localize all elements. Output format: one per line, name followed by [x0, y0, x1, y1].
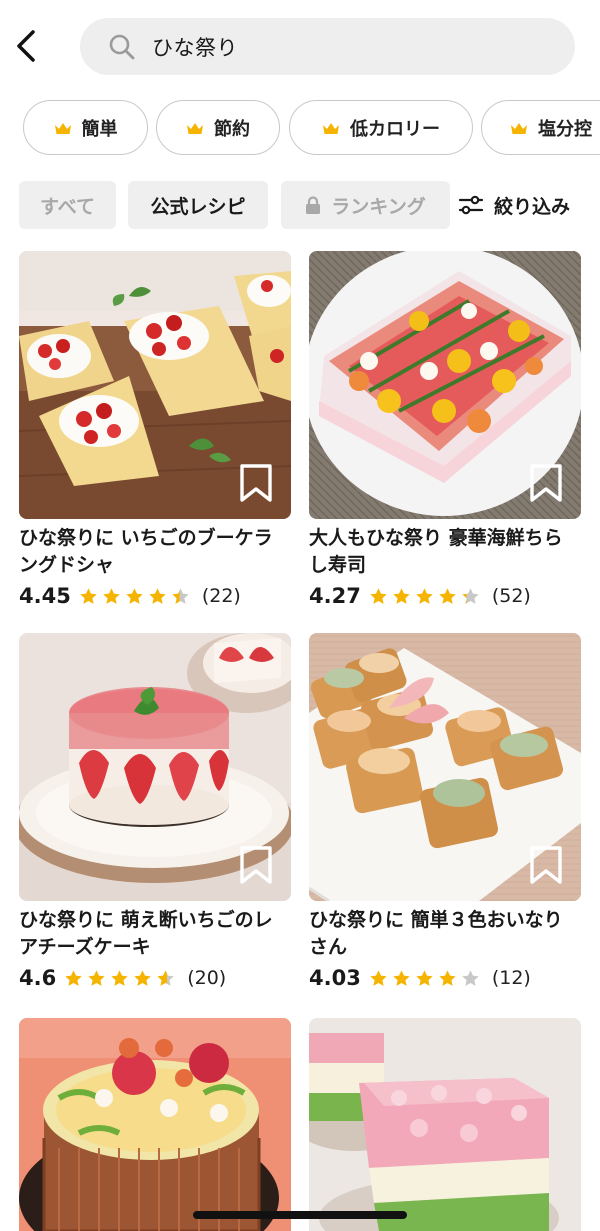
recipe-card[interactable]: [309, 1018, 581, 1231]
star-icon: [133, 969, 152, 988]
star-icon: [438, 587, 457, 606]
back-arrow-icon: [17, 30, 35, 62]
tab-all[interactable]: すべて: [19, 181, 116, 229]
recipe-title[interactable]: ひな祭りに いちごのブーケラングドシャ: [19, 525, 291, 579]
recipe-rating: 4.6 (20): [19, 963, 226, 993]
bookmark-icon[interactable]: [239, 845, 273, 885]
star-icon: [87, 969, 106, 988]
search-input[interactable]: ひな祭り: [80, 18, 575, 75]
chip-label: 節約: [214, 118, 250, 140]
star-icon: [64, 969, 83, 988]
rating-stars: [369, 969, 484, 988]
crown-icon: [510, 121, 528, 135]
star-icon: [369, 587, 388, 606]
sliders-icon: [458, 194, 484, 216]
recipe-rating: 4.27 (52): [309, 581, 531, 611]
star-icon: [110, 969, 129, 988]
crown-icon: [54, 121, 72, 135]
recipe-card[interactable]: [19, 1018, 291, 1231]
recipe-rating: 4.03 (12): [309, 963, 531, 993]
crown-icon: [186, 121, 204, 135]
header: ひな祭り: [0, 0, 600, 92]
search-query-text: ひな祭り: [152, 35, 238, 60]
star-icon: [415, 587, 434, 606]
star-icon: [102, 587, 121, 606]
chip-low-calorie[interactable]: 低カロリー: [289, 100, 473, 155]
star-icon: [171, 587, 190, 606]
recipe-title[interactable]: ひな祭りに 簡単３色おいなりさん: [309, 907, 581, 961]
chip-low-salt[interactable]: 塩分控: [481, 100, 600, 155]
search-icon: [108, 33, 136, 61]
rating-stars: [369, 587, 484, 606]
rating-score: 4.45: [19, 584, 71, 608]
review-count: (22): [201, 585, 241, 607]
recipe-card[interactable]: ひな祭りに いちごのブーケラングドシャ 4.45 (22): [19, 251, 291, 608]
recipe-image[interactable]: [309, 1018, 581, 1231]
star-icon: [79, 587, 98, 606]
recipe-image[interactable]: [309, 633, 581, 901]
star-icon: [392, 587, 411, 606]
recipe-image[interactable]: [19, 633, 291, 901]
review-count: (20): [187, 967, 227, 989]
tab-official-recipes[interactable]: 公式レシピ: [128, 181, 268, 229]
recipe-card[interactable]: 大人もひな祭り 豪華海鮮ちらし寿司 4.27 (52): [309, 251, 581, 608]
star-icon: [461, 969, 480, 988]
filter-chips: 簡単 節約 低カロリー 塩分控: [23, 100, 600, 156]
chip-budget[interactable]: 節約: [156, 100, 280, 155]
crown-icon: [322, 121, 340, 135]
chip-easy[interactable]: 簡単: [23, 100, 148, 155]
rating-score: 4.03: [309, 966, 361, 990]
recipe-image[interactable]: [19, 251, 291, 519]
recipe-image[interactable]: [309, 251, 581, 519]
chip-label: 簡単: [81, 118, 118, 140]
review-count: (52): [491, 585, 531, 607]
bookmark-icon[interactable]: [239, 463, 273, 503]
chip-label: 低カロリー: [350, 118, 440, 140]
recipe-title[interactable]: ひな祭りに 萌え断いちごのレアチーズケーキ: [19, 907, 291, 961]
rating-score: 4.27: [309, 584, 361, 608]
recipe-card[interactable]: ひな祭りに 簡単３色おいなりさん 4.03 (12): [309, 633, 581, 990]
star-icon: [461, 587, 480, 606]
bookmark-icon[interactable]: [529, 463, 563, 503]
star-icon: [148, 587, 167, 606]
chip-label: 塩分控: [538, 118, 592, 140]
recipe-title[interactable]: 大人もひな祭り 豪華海鮮ちらし寿司: [309, 525, 581, 579]
star-icon: [156, 969, 175, 988]
filter-label: 絞り込み: [494, 195, 571, 218]
recipe-tabs: すべて 公式レシピ ランキング 絞り込み: [0, 181, 600, 229]
star-icon: [438, 969, 457, 988]
recipe-card[interactable]: ひな祭りに 萌え断いちごのレアチーズケーキ 4.6 (20): [19, 633, 291, 990]
lock-icon: [305, 195, 321, 215]
rating-score: 4.6: [19, 966, 57, 990]
filter-button[interactable]: 絞り込み: [458, 181, 570, 229]
recipe-image[interactable]: [19, 1018, 291, 1231]
bookmark-icon[interactable]: [529, 845, 563, 885]
star-icon: [369, 969, 388, 988]
tab-ranking-label: ランキング: [331, 195, 426, 218]
tab-ranking[interactable]: ランキング: [281, 181, 450, 229]
review-count: (12): [491, 967, 531, 989]
recipe-rating: 4.45 (22): [19, 581, 241, 611]
rating-stars: [64, 969, 179, 988]
star-icon: [392, 969, 411, 988]
star-icon: [125, 587, 144, 606]
home-indicator: [193, 1211, 407, 1219]
rating-stars: [79, 587, 194, 606]
back-button[interactable]: [8, 26, 44, 66]
star-icon: [415, 969, 434, 988]
